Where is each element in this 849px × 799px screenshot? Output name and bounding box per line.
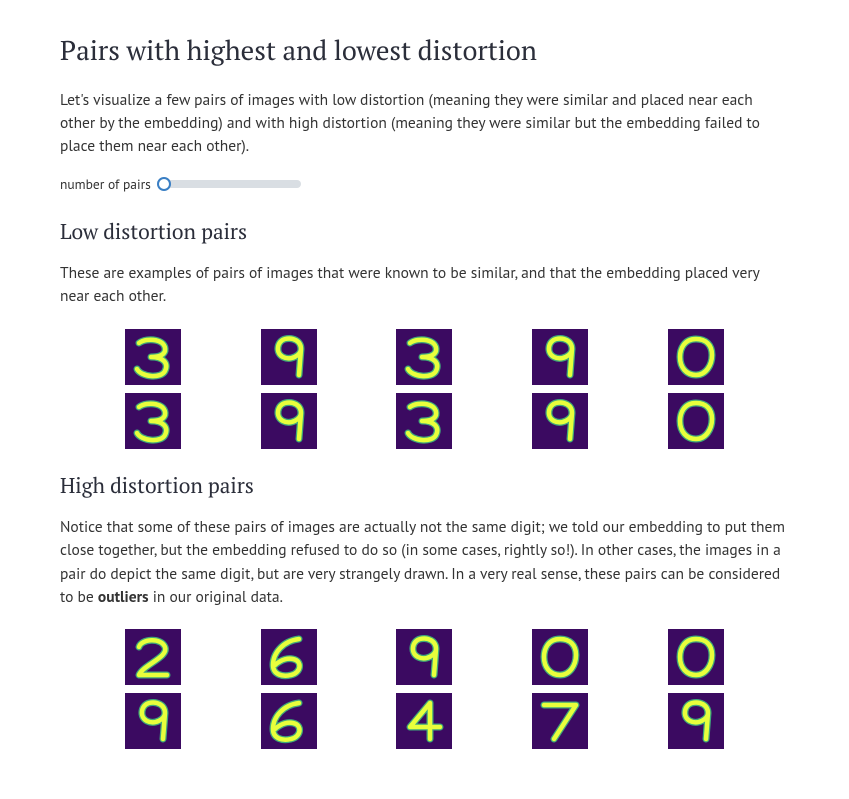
digit-image — [125, 693, 181, 749]
pairs-slider[interactable]: number of pairs — [60, 174, 789, 194]
high-pair-grid — [80, 629, 769, 749]
digit-pair — [261, 629, 317, 749]
digit-image — [532, 629, 588, 685]
digit-pair — [396, 629, 452, 749]
low-subtitle: Low distortion pairs — [60, 217, 789, 249]
digit-image — [261, 629, 317, 685]
digit-pair — [532, 629, 588, 749]
digit-image — [125, 393, 181, 449]
low-pair-grid — [80, 329, 769, 449]
high-text-post: in our original data. — [149, 587, 283, 607]
digit-image — [396, 693, 452, 749]
digit-pair — [125, 329, 181, 449]
intro-text: Let's visualize a few pairs of images wi… — [60, 89, 789, 159]
pairs-slider-label: number of pairs — [60, 174, 151, 194]
pairs-slider-track[interactable] — [161, 180, 301, 188]
digit-image — [396, 629, 452, 685]
pairs-slider-thumb[interactable] — [157, 177, 171, 191]
digit-image — [668, 393, 724, 449]
digit-image — [532, 393, 588, 449]
digit-image — [396, 329, 452, 385]
digit-image — [396, 393, 452, 449]
section-title: Pairs with highest and lowest distortion — [60, 30, 789, 71]
digit-pair — [668, 329, 724, 449]
digit-pair — [532, 329, 588, 449]
high-text-bold: outliers — [98, 587, 149, 607]
high-subtitle: High distortion pairs — [60, 471, 789, 503]
digit-image — [668, 629, 724, 685]
digit-pair — [125, 629, 181, 749]
digit-pair — [396, 329, 452, 449]
digit-image — [532, 693, 588, 749]
digit-image — [125, 629, 181, 685]
digit-image — [261, 693, 317, 749]
digit-pair — [261, 329, 317, 449]
digit-image — [125, 329, 181, 385]
digit-image — [668, 693, 724, 749]
digit-pair — [668, 629, 724, 749]
digit-image — [261, 393, 317, 449]
high-text: Notice that some of these pairs of image… — [60, 516, 789, 609]
digit-image — [261, 329, 317, 385]
digit-image — [668, 329, 724, 385]
digit-image — [532, 329, 588, 385]
low-text: These are examples of pairs of images th… — [60, 262, 789, 309]
